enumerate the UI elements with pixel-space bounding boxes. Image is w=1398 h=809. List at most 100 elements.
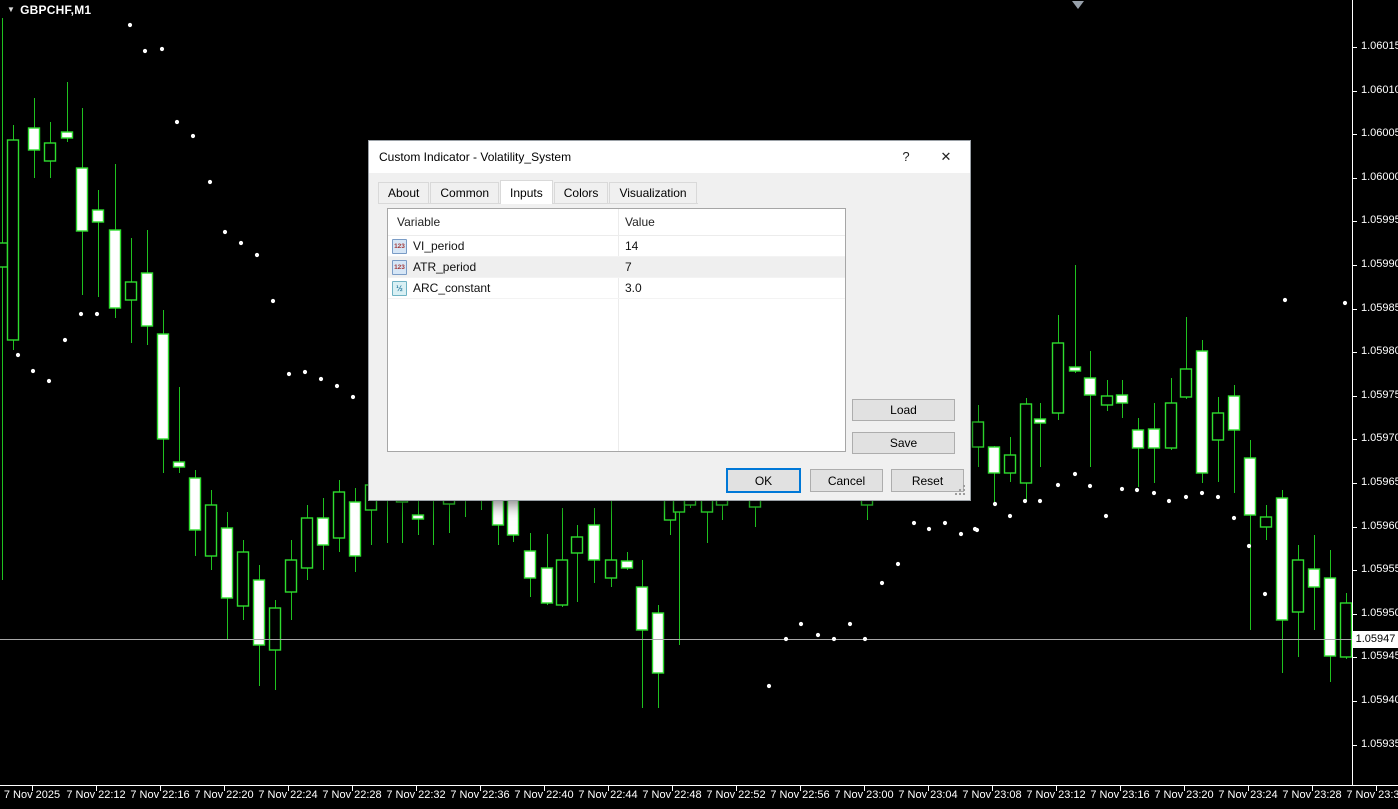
candle-body xyxy=(190,478,201,530)
save-button[interactable]: Save xyxy=(852,432,955,454)
resize-grip[interactable] xyxy=(963,493,965,495)
price-axis-label: 1.06000 xyxy=(1361,171,1398,183)
help-button[interactable]: ? xyxy=(890,141,922,173)
indicator-dot xyxy=(160,47,164,51)
indicator-dialog: Custom Indicator - Volatility_System ? ✕… xyxy=(368,140,971,501)
candle-body xyxy=(93,210,104,222)
candle-body xyxy=(270,608,281,650)
tab-visualization[interactable]: Visualization xyxy=(609,182,696,203)
param-value[interactable]: 3.0 xyxy=(625,281,642,295)
indicator-dot xyxy=(1120,487,1124,491)
price-axis-label: 1.05960 xyxy=(1361,520,1398,532)
double-type-icon: ½ xyxy=(392,281,407,296)
indicator-dot xyxy=(1247,544,1251,548)
candle-body xyxy=(206,505,217,556)
indicator-dot xyxy=(1038,499,1042,503)
indicator-dot xyxy=(223,230,227,234)
close-icon[interactable]: ✕ xyxy=(930,141,962,173)
price-axis-label: 1.05995 xyxy=(1361,214,1398,226)
indicator-dot xyxy=(208,180,212,184)
candle-body xyxy=(989,447,1000,473)
indicator-dot xyxy=(959,532,963,536)
price-axis-label: 1.06015 xyxy=(1361,40,1398,52)
candle-body xyxy=(1070,367,1081,371)
symbol-dropdown-icon: ▼ xyxy=(7,5,15,14)
candle-body xyxy=(508,498,519,535)
candle-body xyxy=(1245,458,1256,515)
candle-body xyxy=(413,515,424,519)
reset-button[interactable]: Reset xyxy=(891,469,964,492)
price-axis-label: 1.05935 xyxy=(1361,738,1398,750)
indicator-dot xyxy=(239,241,243,245)
indicator-dot xyxy=(95,312,99,316)
indicator-dot xyxy=(784,637,788,641)
candle-body xyxy=(62,132,73,138)
indicator-dot xyxy=(79,312,83,316)
candle-body xyxy=(334,492,345,538)
candle-body xyxy=(557,560,568,605)
indicator-dot xyxy=(191,134,195,138)
table-row[interactable]: 123 VI_period 14 xyxy=(388,236,845,257)
indicator-dot xyxy=(1073,472,1077,476)
indicator-dot xyxy=(1216,495,1220,499)
candle-body xyxy=(302,518,313,568)
indicator-dot xyxy=(927,527,931,531)
param-name: ARC_constant xyxy=(413,281,490,295)
indicator-dot xyxy=(880,581,884,585)
price-axis-label: 1.06005 xyxy=(1361,127,1398,139)
candle-body xyxy=(1021,404,1032,483)
param-value[interactable]: 7 xyxy=(625,260,632,274)
indicator-dot xyxy=(16,353,20,357)
candle-body xyxy=(542,568,553,603)
price-axis-label: 1.05955 xyxy=(1361,563,1398,575)
param-name: VI_period xyxy=(413,239,464,253)
ok-button[interactable]: OK xyxy=(726,468,801,493)
indicator-dot xyxy=(973,527,977,531)
cancel-button[interactable]: Cancel xyxy=(810,469,883,492)
candle-body xyxy=(0,243,8,267)
indicator-dot xyxy=(993,502,997,506)
indicator-dot xyxy=(1088,484,1092,488)
tab-inputs[interactable]: Inputs xyxy=(500,180,553,204)
indicator-dot xyxy=(31,369,35,373)
candle-body xyxy=(77,168,88,231)
candle-body xyxy=(318,518,329,545)
indicator-dot xyxy=(128,23,132,27)
tab-common[interactable]: Common xyxy=(430,182,499,203)
tab-about[interactable]: About xyxy=(378,182,429,203)
symbol-label: ▼GBPCHF,M1 xyxy=(7,3,91,17)
candle-body xyxy=(350,502,361,556)
candle-body xyxy=(238,552,249,606)
param-value[interactable]: 14 xyxy=(625,239,638,253)
param-name: ATR_period xyxy=(413,260,476,274)
table-row[interactable]: 123 ATR_period 7 xyxy=(388,257,845,278)
price-axis-label: 1.05985 xyxy=(1361,302,1398,314)
dialog-titlebar[interactable]: Custom Indicator - Volatility_System ? ✕ xyxy=(369,141,970,173)
indicator-dot xyxy=(175,120,179,124)
candle-body xyxy=(1035,419,1046,423)
candle-body xyxy=(1229,396,1240,430)
tab-colors[interactable]: Colors xyxy=(554,182,609,203)
candle-body xyxy=(286,560,297,592)
load-button[interactable]: Load xyxy=(852,399,955,421)
candle-body xyxy=(222,528,233,598)
candle-body xyxy=(674,500,685,512)
candle-body xyxy=(1309,569,1320,587)
candle-body xyxy=(29,128,40,150)
candle-body xyxy=(572,537,583,553)
indicator-dot xyxy=(303,370,307,374)
indicator-dot xyxy=(47,379,51,383)
indicator-dot xyxy=(351,395,355,399)
indicator-dot xyxy=(896,562,900,566)
indicator-dot xyxy=(799,622,803,626)
current-price-tag: 1.05947 xyxy=(1353,631,1398,648)
candle-body xyxy=(1117,395,1128,403)
candle-body xyxy=(8,140,19,340)
candle-body xyxy=(45,143,56,161)
indicator-dot xyxy=(1232,516,1236,520)
candle-body xyxy=(1341,603,1352,657)
table-row[interactable]: ½ ARC_constant 3.0 xyxy=(388,278,845,299)
table-header: Variable Value xyxy=(388,209,845,236)
dialog-title: Custom Indicator - Volatility_System xyxy=(379,141,571,173)
indicator-dot xyxy=(1184,495,1188,499)
